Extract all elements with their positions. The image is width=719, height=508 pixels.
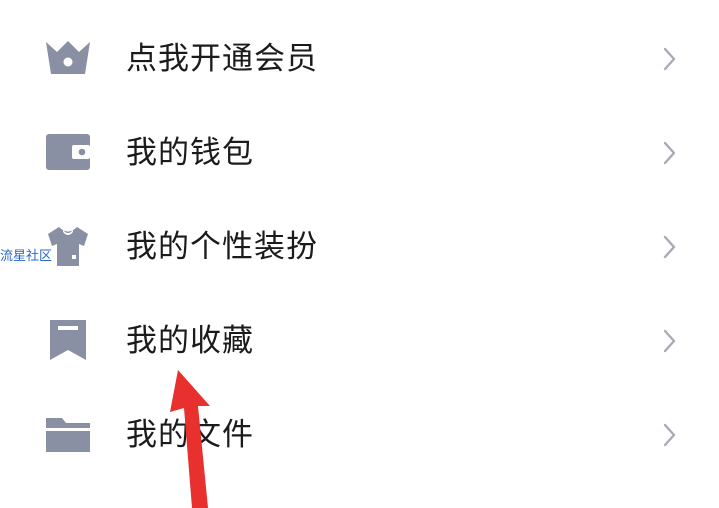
chevron-right-icon bbox=[661, 234, 677, 260]
menu-item-favorites[interactable]: 我的收藏 bbox=[0, 294, 719, 388]
menu-item-label: 我的收藏 bbox=[126, 323, 254, 359]
crown-icon bbox=[44, 36, 92, 80]
chevron-right-icon bbox=[661, 140, 677, 166]
wallet-icon bbox=[44, 130, 92, 174]
menu-item-vip[interactable]: 点我开通会员 bbox=[0, 12, 719, 106]
chevron-right-icon bbox=[661, 422, 677, 448]
chevron-right-icon bbox=[661, 46, 677, 72]
menu-item-files[interactable]: 我的文件 bbox=[0, 388, 719, 482]
menu-item-label: 我的文件 bbox=[126, 417, 254, 453]
chevron-right-icon bbox=[661, 328, 677, 354]
menu-item-dress-up[interactable]: 我的个性装扮 bbox=[0, 200, 719, 294]
folder-icon bbox=[44, 412, 92, 456]
menu-item-label: 我的个性装扮 bbox=[126, 229, 318, 265]
menu-item-wallet[interactable]: 我的钱包 bbox=[0, 106, 719, 200]
bookmark-icon bbox=[44, 318, 92, 362]
menu-item-label: 我的钱包 bbox=[126, 135, 254, 171]
watermark-text: 流星社区 bbox=[0, 249, 53, 264]
menu-item-label: 点我开通会员 bbox=[126, 41, 318, 77]
